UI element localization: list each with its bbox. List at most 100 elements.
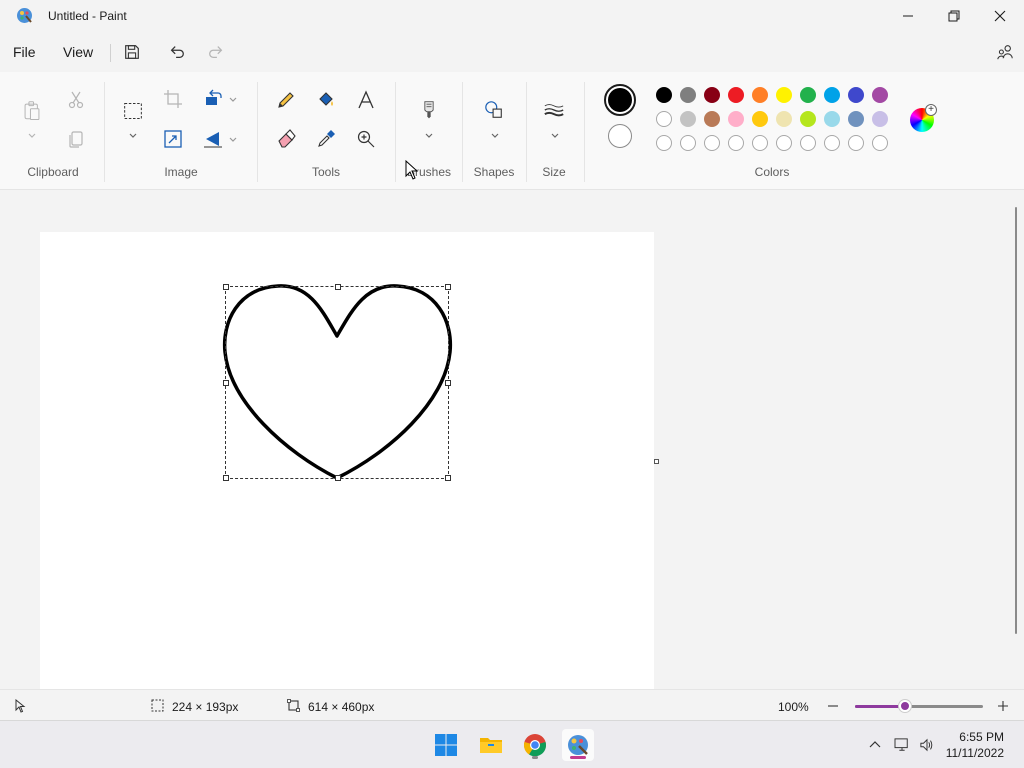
selection-handle[interactable] (223, 284, 229, 290)
secondary-color-button[interactable] (608, 124, 632, 148)
flip-button[interactable] (201, 127, 225, 151)
custom-color-slot[interactable] (800, 135, 816, 151)
minimize-button[interactable] (885, 0, 931, 32)
file-menu[interactable]: File (13, 44, 36, 60)
color-swatch[interactable] (680, 87, 696, 103)
chevron-down-icon (425, 133, 433, 138)
text-tool[interactable] (354, 88, 378, 112)
fill-tool[interactable] (314, 88, 338, 112)
color-swatch[interactable] (704, 111, 720, 127)
flip-dropdown[interactable] (228, 135, 238, 145)
add-color-icon: + (925, 104, 937, 116)
file-explorer-button[interactable] (475, 729, 507, 761)
color-swatch[interactable] (728, 111, 744, 127)
color-swatch[interactable] (680, 111, 696, 127)
brushes-dropdown[interactable] (424, 131, 434, 141)
network-button[interactable] (892, 735, 912, 755)
minimize-icon (903, 15, 913, 17)
color-swatch[interactable] (728, 87, 744, 103)
paint-taskbar-button[interactable] (562, 729, 594, 761)
selection-handle[interactable] (335, 284, 341, 290)
color-swatch[interactable] (824, 87, 840, 103)
custom-color-slot[interactable] (704, 135, 720, 151)
custom-color-slot[interactable] (848, 135, 864, 151)
selection-handle[interactable] (445, 284, 451, 290)
color-swatch[interactable] (752, 111, 768, 127)
paste-dropdown[interactable] (27, 131, 37, 141)
color-swatch[interactable] (800, 87, 816, 103)
select-dropdown[interactable] (128, 131, 138, 141)
zoom-in-icon[interactable] (997, 700, 1009, 712)
brushes-button[interactable] (417, 98, 441, 122)
canvas-resize-handle[interactable] (654, 459, 659, 464)
custom-color-slot[interactable] (680, 135, 696, 151)
title-bar: Untitled - Paint (0, 0, 1024, 32)
color-swatch[interactable] (776, 111, 792, 127)
cut-button[interactable] (64, 88, 88, 112)
taskbar: 6:55 PM 11/11/2022 (0, 720, 1024, 768)
eraser-tool[interactable] (274, 127, 298, 151)
rotate-button[interactable] (201, 87, 225, 111)
shapes-group-label: Shapes (473, 165, 515, 179)
color-swatch[interactable] (872, 87, 888, 103)
selection-handle[interactable] (335, 475, 341, 481)
zoom-slider[interactable] (855, 700, 983, 712)
restore-button[interactable] (931, 0, 977, 32)
custom-color-slot[interactable] (752, 135, 768, 151)
color-swatch[interactable] (800, 111, 816, 127)
zoom-slider-thumb[interactable] (898, 700, 911, 712)
color-swatch[interactable] (776, 87, 792, 103)
custom-color-slot[interactable] (776, 135, 792, 151)
resize-button[interactable] (161, 127, 185, 151)
color-swatch[interactable] (872, 111, 888, 127)
save-button[interactable] (120, 40, 144, 64)
custom-color-slot[interactable] (872, 135, 888, 151)
account-button[interactable] (993, 40, 1017, 64)
selection-handle[interactable] (223, 475, 229, 481)
color-picker-tool[interactable] (314, 127, 338, 151)
paste-button[interactable] (20, 98, 44, 124)
magnifier-tool[interactable] (354, 127, 378, 151)
custom-color-slot[interactable] (656, 135, 672, 151)
view-menu[interactable]: View (63, 44, 93, 60)
primary-color-button[interactable] (604, 84, 636, 116)
color-swatch[interactable] (656, 111, 672, 127)
select-button[interactable] (120, 98, 146, 124)
selection-handle[interactable] (445, 380, 451, 386)
drawing-canvas[interactable] (40, 232, 654, 689)
color-swatch[interactable] (752, 87, 768, 103)
selection-handle[interactable] (223, 380, 229, 386)
chrome-button[interactable] (519, 729, 551, 761)
crop-button[interactable] (161, 87, 185, 111)
canvas-workspace (0, 191, 1024, 689)
taskbar-clock[interactable]: 6:55 PM 11/11/2022 (946, 729, 1004, 761)
color-swatch[interactable] (848, 111, 864, 127)
close-button[interactable] (977, 0, 1023, 32)
copy-button[interactable] (64, 127, 88, 151)
redo-button[interactable] (204, 40, 228, 64)
shapes-button[interactable] (482, 98, 506, 122)
undo-button[interactable] (165, 40, 189, 64)
folder-icon (480, 738, 502, 753)
people-icon (997, 45, 1013, 60)
custom-color-slot[interactable] (728, 135, 744, 151)
rotate-dropdown[interactable] (228, 95, 238, 105)
volume-button[interactable] (917, 735, 937, 755)
color-swatch[interactable] (848, 87, 864, 103)
color-swatch[interactable] (704, 87, 720, 103)
selection-handle[interactable] (445, 475, 451, 481)
selection-rectangle[interactable] (223, 284, 451, 481)
color-swatch[interactable] (656, 87, 672, 103)
shapes-dropdown[interactable] (490, 131, 500, 141)
size-button[interactable] (542, 98, 566, 122)
custom-color-slot[interactable] (824, 135, 840, 151)
color-swatch[interactable] (824, 111, 840, 127)
zoom-out-icon[interactable] (827, 700, 839, 712)
size-dropdown[interactable] (550, 131, 560, 141)
start-button[interactable] (430, 729, 462, 761)
ribbon: Clipboard Image Tools Brushes Shapes Siz… (0, 72, 1024, 190)
pencil-tool[interactable] (274, 88, 298, 112)
vertical-scrollbar[interactable] (1015, 207, 1017, 634)
eyedropper-icon (318, 130, 335, 147)
show-hidden-icons-button[interactable] (865, 735, 885, 755)
